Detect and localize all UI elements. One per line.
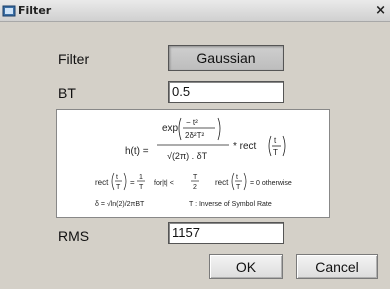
bt-input[interactable]: 0.5 bbox=[168, 81, 284, 103]
paren-l2b bbox=[123, 172, 127, 191]
title-bar: Filter × bbox=[0, 0, 390, 22]
formula-line2-rect2: rect bbox=[215, 178, 229, 187]
formula-h-lhs: h(t) = bbox=[125, 146, 149, 157]
rms-input[interactable]: 1157 bbox=[168, 222, 284, 244]
formula-frac-t: t bbox=[274, 136, 277, 145]
paren-l2d bbox=[243, 172, 247, 191]
paren-l2c bbox=[231, 172, 235, 191]
paren-left bbox=[178, 117, 182, 141]
formula-denom-top: 2δ²T² bbox=[185, 131, 204, 140]
formula-line2-rect1: rect bbox=[95, 178, 109, 187]
formula-frac-T: T bbox=[273, 148, 278, 157]
formula-minus-t2: − t² bbox=[186, 118, 198, 127]
formula-line2-eq0: = 0 otherwise bbox=[250, 180, 292, 187]
formula-sqrt: √(2π) . δT bbox=[167, 151, 208, 161]
formula-diagram: h(t) = exp − t² 2δ²T² √(2π) . δT * rect … bbox=[95, 117, 292, 208]
formula-l2-T: T bbox=[116, 184, 121, 191]
formula-l2-T2: T bbox=[236, 184, 241, 191]
bt-label: BT bbox=[58, 85, 76, 101]
formula-line2-T2-top: T bbox=[193, 174, 198, 181]
rms-label: RMS bbox=[58, 228, 90, 244]
formula-l2-t: t bbox=[116, 174, 118, 181]
formula-l2-t2: t bbox=[236, 174, 238, 181]
paren-left-rect bbox=[268, 135, 272, 157]
close-icon[interactable]: × bbox=[375, 3, 386, 18]
paren-right-rect bbox=[282, 135, 286, 157]
formula-line2-T: T bbox=[139, 184, 144, 191]
paren-l2a bbox=[111, 172, 115, 191]
formula-line2-for: for|t| < bbox=[154, 180, 174, 187]
window-title: Filter bbox=[18, 4, 52, 17]
paren-right bbox=[217, 117, 221, 141]
formula-line2-T2-bot: 2 bbox=[193, 184, 197, 191]
window-app-icon bbox=[2, 5, 16, 17]
formula-exp: exp bbox=[162, 123, 179, 134]
filter-type-button[interactable]: Gaussian bbox=[168, 45, 284, 71]
formula-line2-one: 1 bbox=[139, 174, 143, 181]
cancel-button[interactable]: Cancel bbox=[296, 254, 378, 279]
filter-label: Filter bbox=[58, 51, 90, 67]
formula-times-rect: * rect bbox=[233, 141, 257, 152]
formula-line3-delta: δ = √ln(2)/2πBT bbox=[95, 200, 145, 208]
formula-line2-eq1: = bbox=[130, 178, 135, 187]
formula-line3-T: T : Inverse of Symbol Rate bbox=[189, 201, 272, 208]
formula-panel: h(t) = exp − t² 2δ²T² √(2π) . δT * rect … bbox=[56, 109, 330, 218]
ok-button[interactable]: OK bbox=[209, 254, 283, 279]
